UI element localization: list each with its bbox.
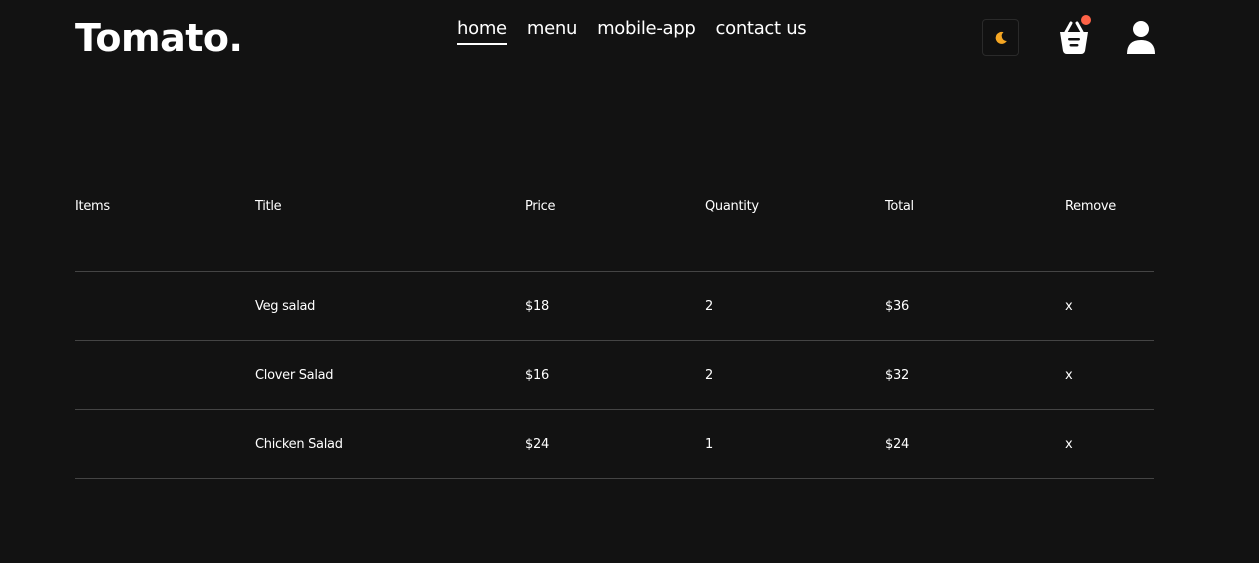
item-total: $24	[885, 436, 909, 452]
remove-button[interactable]: x	[1065, 368, 1154, 383]
remove-button[interactable]: x	[1065, 299, 1154, 314]
cart-table: Items Title Price Quantity Total Remove …	[75, 190, 1154, 479]
nav-item-menu[interactable]: menu	[527, 18, 578, 45]
item-price: $16	[525, 367, 549, 383]
user-icon	[1127, 21, 1155, 54]
table-row: Chicken Salad $24 1 $24 x	[75, 410, 1154, 479]
nav-item-home[interactable]: home	[457, 18, 507, 45]
item-price: $18	[525, 298, 549, 314]
logo[interactable]: Tomato.	[75, 16, 243, 60]
header-price: Price	[525, 198, 556, 214]
item-quantity: 2	[705, 367, 713, 383]
item-title: Clover Salad	[255, 367, 334, 383]
cart-table-header: Items Title Price Quantity Total Remove	[75, 190, 1154, 222]
header-remove: Remove	[1065, 198, 1116, 214]
header-total: Total	[885, 198, 914, 214]
header-quantity: Quantity	[705, 198, 759, 214]
moon-icon	[995, 31, 1007, 44]
table-row: Clover Salad $16 2 $32 x	[75, 341, 1154, 410]
item-title: Chicken Salad	[255, 436, 343, 452]
header-divider	[75, 222, 1154, 272]
navbar: Tomato. home menu mobile-app contact us	[0, 0, 1259, 80]
item-total: $36	[885, 298, 909, 314]
nav-item-mobile-app[interactable]: mobile-app	[597, 18, 696, 45]
nav-item-contact-us[interactable]: contact us	[716, 18, 807, 45]
item-total: $32	[885, 367, 909, 383]
table-row: Veg salad $18 2 $36 x	[75, 272, 1154, 341]
item-title: Veg salad	[255, 298, 316, 314]
cart-notification-dot	[1081, 15, 1091, 25]
theme-toggle-button[interactable]	[982, 19, 1019, 56]
profile-button[interactable]	[1125, 20, 1157, 56]
cart-button[interactable]	[1057, 15, 1091, 56]
header-title: Title	[255, 198, 282, 214]
nav-menu: home menu mobile-app contact us	[457, 18, 807, 45]
header-items: Items	[75, 198, 110, 214]
item-price: $24	[525, 436, 549, 452]
item-quantity: 1	[705, 436, 713, 452]
item-quantity: 2	[705, 298, 713, 314]
remove-button[interactable]: x	[1065, 437, 1154, 452]
